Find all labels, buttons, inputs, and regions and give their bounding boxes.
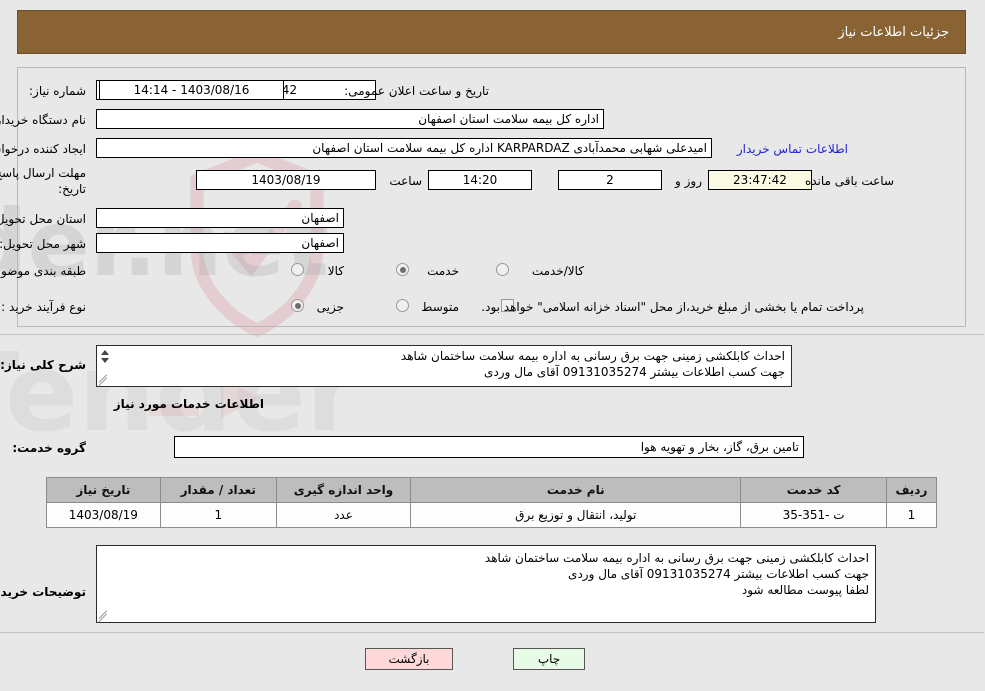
page-header: جزئیات اطلاعات نیاز: [18, 10, 967, 54]
subject-category-label: طبقه بندی موضوعی:: [0, 264, 87, 278]
table-row: 1 ت -351-35 تولید، انتقال و توزیع برق عد…: [47, 502, 939, 528]
countdown-field[interactable]: 23:47:42: [709, 170, 813, 190]
buyer-org-field[interactable]: اداره کل بیمه سلامت استان اصفهان: [97, 109, 605, 129]
print-button[interactable]: چاپ: [514, 648, 586, 670]
col-code: کد خدمت: [741, 477, 888, 503]
cell-code: ت -351-35: [741, 502, 888, 528]
service-group-label: گروه خدمت:: [13, 441, 87, 455]
service-group-field[interactable]: تامین برق، گاز، بخار و تهویه هوا: [175, 436, 805, 458]
services-section-heading: اطلاعات خدمات مورد نیاز: [114, 397, 265, 411]
radio-category-goods[interactable]: [292, 263, 305, 276]
remaining-days-field[interactable]: 2: [559, 170, 663, 190]
table-header-row: ردیف کد خدمت نام خدمت واحد اندازه گیری ت…: [47, 477, 939, 503]
announcement-datetime-field[interactable]: 1403/08/16 - 14:14: [100, 80, 285, 100]
radio-process-minor[interactable]: [292, 299, 305, 312]
treasury-document-note: پرداخت تمام یا بخشی از مبلغ خرید،از محل …: [482, 300, 865, 314]
cell-unit: عدد: [276, 502, 413, 528]
delivery-province-field[interactable]: اصفهان: [97, 208, 345, 228]
col-date: تاریخ نیاز: [47, 477, 162, 503]
page-title: جزئیات اطلاعات نیاز: [839, 24, 950, 40]
radio-category-service[interactable]: [397, 263, 410, 276]
purchase-process-label: نوع فرآیند خرید :: [2, 300, 87, 314]
delivery-city-field[interactable]: اصفهان: [97, 233, 345, 253]
services-table: ردیف کد خدمت نام خدمت واحد اندازه گیری ت…: [47, 477, 939, 528]
buyer-notes-label: توضیحات خریدار:: [0, 585, 87, 599]
cell-row: 1: [886, 502, 939, 528]
general-description-line-2: جهت کسب اطلاعات بیشتر 09131035274 آقای م…: [485, 365, 786, 379]
general-description-label: شرح کلی نیاز:: [1, 358, 87, 372]
cell-date: 1403/08/19: [47, 502, 162, 528]
textarea-scroll-arrows[interactable]: [99, 347, 113, 377]
cell-name: تولید، انتقال و توزیع برق: [411, 502, 743, 528]
general-description-line-1: احداث کابلکشی زمینی جهت برق رسانی به ادا…: [401, 349, 786, 363]
remaining-hours-label: ساعت باقی مانده: [805, 174, 895, 188]
request-creator-field[interactable]: امیدعلی شهابی محمدآبادی KARPARDAZ اداره …: [97, 138, 713, 158]
back-button[interactable]: بازگشت: [366, 648, 454, 670]
deadline-date-field[interactable]: 1403/08/19: [197, 170, 377, 190]
deadline-time-field[interactable]: 14:20: [429, 170, 533, 190]
deadline-hour-label: ساعت: [390, 174, 423, 188]
delivery-province-label: استان محل تحویل:: [0, 212, 87, 226]
delivery-city-label: شهر محل تحویل:: [0, 237, 87, 251]
col-row: ردیف: [886, 477, 939, 503]
buyer-notes-line-3: لطفا پیوست مطالعه شود: [742, 583, 870, 597]
general-description-textarea[interactable]: احداث کابلکشی زمینی جهت برق رسانی به ادا…: [97, 345, 793, 387]
section-divider-bottom: [0, 632, 985, 633]
need-number-label: شماره نیاز:: [30, 84, 87, 98]
cell-qty: 1: [160, 502, 278, 528]
radio-process-medium[interactable]: [397, 299, 410, 312]
announcement-datetime-label: تاریخ و ساعت اعلان عمومی:: [345, 84, 490, 98]
scroll-up-icon[interactable]: [102, 350, 110, 355]
buyer-contact-link[interactable]: اطلاعات تماس خریدار: [738, 142, 849, 156]
radio-process-medium-label: متوسط: [422, 300, 460, 314]
scroll-down-icon[interactable]: [102, 358, 110, 363]
remaining-days-label: روز و: [676, 174, 703, 188]
need-info-panel: [18, 67, 967, 327]
buyer-notes-line-2: جهت کسب اطلاعات بیشتر 09131035274 آقای م…: [569, 567, 870, 581]
radio-category-goods-label: کالا: [328, 264, 345, 278]
resize-grip-icon[interactable]: [99, 610, 110, 622]
deadline-label-line1: مهلت ارسال پاسخ: تا: [0, 166, 87, 180]
radio-category-goods-service[interactable]: [497, 263, 510, 276]
section-divider-top: [0, 334, 985, 335]
col-name: نام خدمت: [411, 477, 743, 503]
buyer-org-label: نام دستگاه خریدار:: [0, 113, 87, 127]
deadline-label-line2: تاریخ:: [59, 182, 87, 196]
request-creator-label: ایجاد کننده درخواست:: [0, 142, 87, 156]
buyer-notes-textarea[interactable]: احداث کابلکشی زمینی جهت برق رسانی به ادا…: [97, 545, 877, 623]
radio-process-minor-label: جزیی: [317, 300, 345, 314]
buyer-notes-line-1: احداث کابلکشی زمینی جهت برق رسانی به ادا…: [485, 551, 870, 565]
col-unit: واحد اندازه گیری: [276, 477, 413, 503]
col-qty: تعداد / مقدار: [160, 477, 278, 503]
radio-category-goods-service-label: کالا/خدمت: [532, 264, 585, 278]
radio-category-service-label: خدمت: [428, 264, 460, 278]
resize-grip-icon[interactable]: [99, 374, 110, 386]
